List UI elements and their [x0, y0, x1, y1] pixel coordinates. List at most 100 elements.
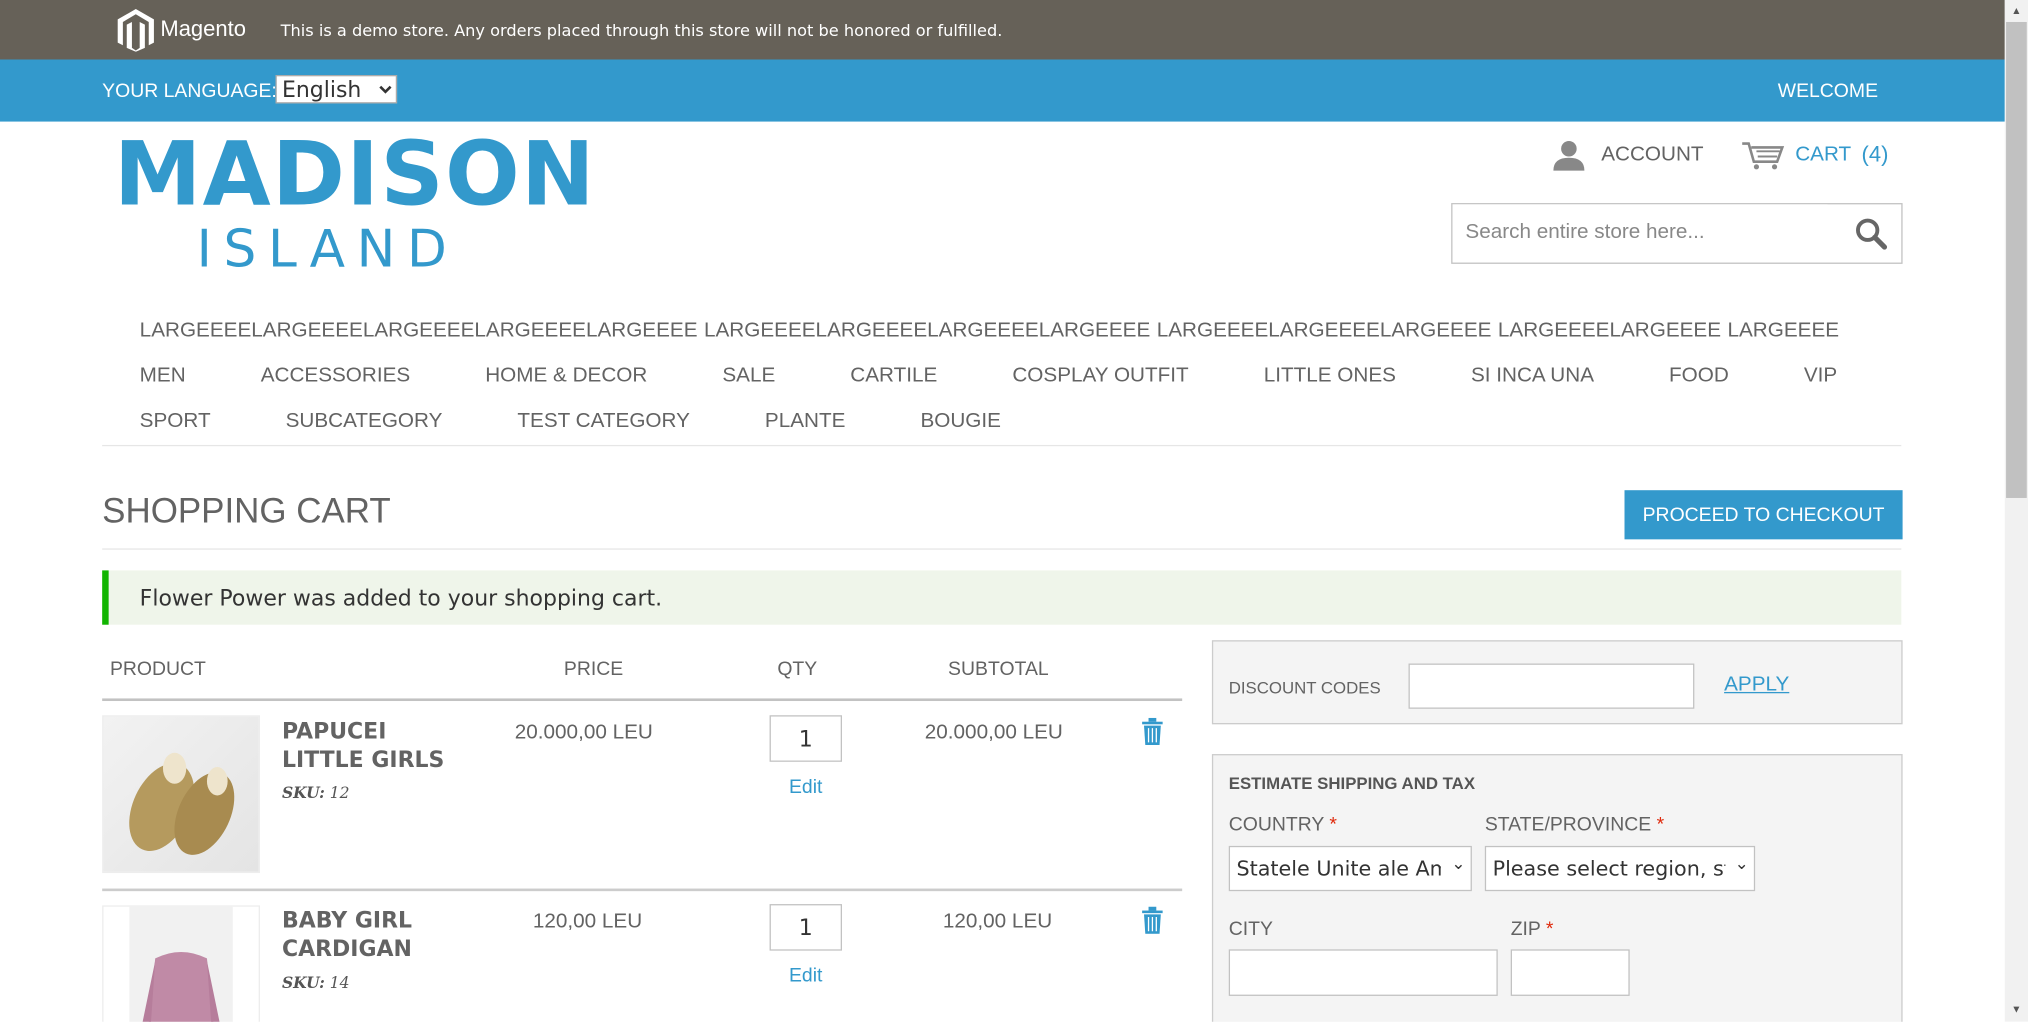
- edit-link[interactable]: Edit: [789, 776, 822, 798]
- city-label: CITY: [1228, 918, 1273, 941]
- sku-value: 14: [329, 973, 350, 993]
- discount-panel: DISCOUNT CODES APPLY: [1211, 640, 1903, 725]
- chevron-down-icon: ⌄: [1451, 854, 1466, 875]
- nav-item-si-inca-una[interactable]: SI INCA UNA: [1471, 365, 1594, 388]
- shipping-title: ESTIMATE SHIPPING AND TAX: [1228, 773, 1476, 793]
- qty-input[interactable]: 1: [769, 904, 843, 951]
- scrollbar-thumb[interactable]: [2006, 21, 2027, 498]
- country-select[interactable]: Statele Unite ale Americii ⌄: [1228, 845, 1472, 892]
- account-label: ACCOUNT: [1601, 143, 1704, 166]
- edit-link[interactable]: Edit: [789, 965, 822, 987]
- cart-label: CART: [1795, 143, 1852, 166]
- success-message: Flower Power was added to your shopping …: [102, 570, 1902, 625]
- discount-label: DISCOUNT CODES: [1228, 677, 1381, 698]
- col-header-price: PRICE: [563, 658, 624, 681]
- nav-divider: [102, 444, 1902, 447]
- nav-item-cartile[interactable]: CARTILE: [850, 365, 937, 388]
- nav-item[interactable]: LARGEEEELARGEEEELARGEEEE: [1157, 319, 1492, 342]
- nav-item-home-decor[interactable]: HOME & DECOR: [485, 365, 647, 388]
- state-label: STATE/PROVINCE *: [1485, 814, 1664, 836]
- qty-input[interactable]: 1: [769, 715, 843, 762]
- search-input[interactable]: [1452, 204, 1828, 262]
- discount-code-input[interactable]: [1408, 663, 1695, 709]
- product-sku: SKU: 12: [282, 784, 350, 802]
- nav-item-subcategory[interactable]: SUBCATEGORY: [286, 410, 443, 433]
- product-image-cardigan[interactable]: [102, 905, 260, 1022]
- page-scrollbar[interactable]: ▲ ▼: [2004, 0, 2028, 1022]
- product-image-papucei[interactable]: [102, 715, 260, 874]
- product-name-line2[interactable]: LITTLE GIRLS: [282, 746, 444, 774]
- user-icon: [1553, 140, 1585, 171]
- nav-item-bougie[interactable]: BOUGIE: [920, 410, 1000, 433]
- zip-label: ZIP *: [1511, 918, 1554, 940]
- search-icon[interactable]: [1855, 217, 1889, 251]
- demo-notice-bar: Magento This is a demo store. Any orders…: [0, 0, 2005, 60]
- product-name-line2[interactable]: CARDIGAN: [282, 935, 412, 963]
- magento-icon: [117, 9, 154, 52]
- header-bar: YOUR LANGUAGE: English WELCOME: [0, 59, 2005, 122]
- product-name-line1[interactable]: BABY GIRL: [282, 907, 412, 935]
- proceed-to-checkout-button[interactable]: PROCEED TO CHECKOUT: [1624, 490, 1903, 540]
- trash-icon[interactable]: [1142, 717, 1163, 745]
- scroll-up-arrow-icon[interactable]: ▲: [2011, 5, 2021, 17]
- nav-row-2: MEN ACCESSORIES HOME & DECOR SALE CARTIL…: [140, 365, 1838, 388]
- state-label-text: STATE/PROVINCE: [1484, 813, 1652, 836]
- city-input[interactable]: [1228, 949, 1498, 996]
- nav-item[interactable]: LARGEEEELARGEEEELARGEEEELARGEEEE: [704, 319, 1150, 342]
- demo-notice-message: This is a demo store. Any orders placed …: [280, 20, 1003, 41]
- nav-item-food[interactable]: FOOD: [1669, 365, 1729, 388]
- nav-item[interactable]: LARGEEEE: [1727, 319, 1839, 342]
- row-divider: [102, 888, 1183, 892]
- nav-item-cosplay-outfit[interactable]: COSPLAY OUTFIT: [1012, 365, 1188, 388]
- zip-label-text: ZIP: [1510, 918, 1541, 941]
- sku-value: 12: [329, 783, 350, 802]
- trash-icon[interactable]: [1142, 906, 1163, 934]
- zip-input[interactable]: [1510, 949, 1630, 996]
- search-box: [1451, 203, 1903, 264]
- country-value: Statele Unite ale Americii: [1236, 856, 1440, 881]
- sku-label: SKU:: [281, 783, 325, 802]
- product-price: 120,00 LEU: [532, 910, 643, 933]
- shoes-image: [129, 752, 235, 855]
- state-select[interactable]: Please select region, state or province ⌄: [1484, 845, 1756, 892]
- nav-item-sale[interactable]: SALE: [722, 365, 775, 388]
- nav-item-men[interactable]: MEN: [140, 365, 186, 388]
- required-mark: *: [1656, 813, 1665, 836]
- nav-item-test-category[interactable]: TEST CATEGORY: [517, 410, 689, 433]
- cart-icon: [1742, 142, 1785, 170]
- product-name[interactable]: PAPUCEI LITTLE GIRLS: [282, 718, 444, 775]
- product-name[interactable]: BABY GIRL CARDIGAN: [282, 907, 412, 964]
- nav-item-little-ones[interactable]: LITTLE ONES: [1264, 365, 1396, 388]
- table-header-divider: [102, 698, 1183, 702]
- product-price: 20.000,00 LEU: [514, 721, 653, 744]
- nav-item-sport[interactable]: SPORT: [140, 410, 211, 433]
- cardigan-image: [129, 906, 233, 1022]
- language-select[interactable]: English: [275, 75, 398, 104]
- brand-logo-line1[interactable]: MADISON: [114, 124, 596, 226]
- magento-logo: Magento: [116, 8, 246, 52]
- state-value: Please select region, state or province: [1492, 856, 1726, 881]
- nav-item-accessories[interactable]: ACCESSORIES: [261, 365, 411, 388]
- chevron-down-icon: ⌄: [1734, 854, 1749, 875]
- page-title: SHOPPING CART: [102, 491, 391, 531]
- shipping-panel: ESTIMATE SHIPPING AND TAX COUNTRY * STAT…: [1211, 754, 1903, 1022]
- col-header-qty: QTY: [777, 658, 818, 681]
- apply-discount-link[interactable]: APPLY: [1724, 674, 1789, 697]
- nav-item[interactable]: LARGEEEELARGEEEE: [1498, 319, 1721, 342]
- welcome-text: WELCOME: [1777, 80, 1879, 103]
- col-header-product: PRODUCT: [109, 658, 206, 681]
- brand-logo-line2[interactable]: ISLAND: [197, 220, 459, 279]
- nav-item-vip[interactable]: VIP: [1804, 365, 1837, 388]
- country-label-text: COUNTRY: [1228, 813, 1324, 836]
- product-subtotal: 20.000,00 LEU: [924, 721, 1063, 744]
- account-link[interactable]: ACCOUNT: [1552, 140, 1704, 171]
- cart-link[interactable]: CART (4): [1741, 140, 1888, 171]
- nav-row-1: LARGEEEELARGEEEELARGEEEELARGEEEELARGEEEE…: [140, 319, 1839, 342]
- language-label: YOUR LANGUAGE:: [102, 80, 277, 103]
- scroll-down-arrow-icon[interactable]: ▼: [2011, 1004, 2021, 1016]
- sku-label: SKU:: [281, 973, 325, 993]
- nav-item[interactable]: LARGEEEELARGEEEELARGEEEELARGEEEELARGEEEE: [140, 319, 698, 342]
- product-name-line1[interactable]: PAPUCEI: [282, 718, 444, 746]
- nav-row-3: SPORT SUBCATEGORY TEST CATEGORY PLANTE B…: [140, 410, 1001, 433]
- nav-item-plante[interactable]: PLANTE: [765, 410, 846, 433]
